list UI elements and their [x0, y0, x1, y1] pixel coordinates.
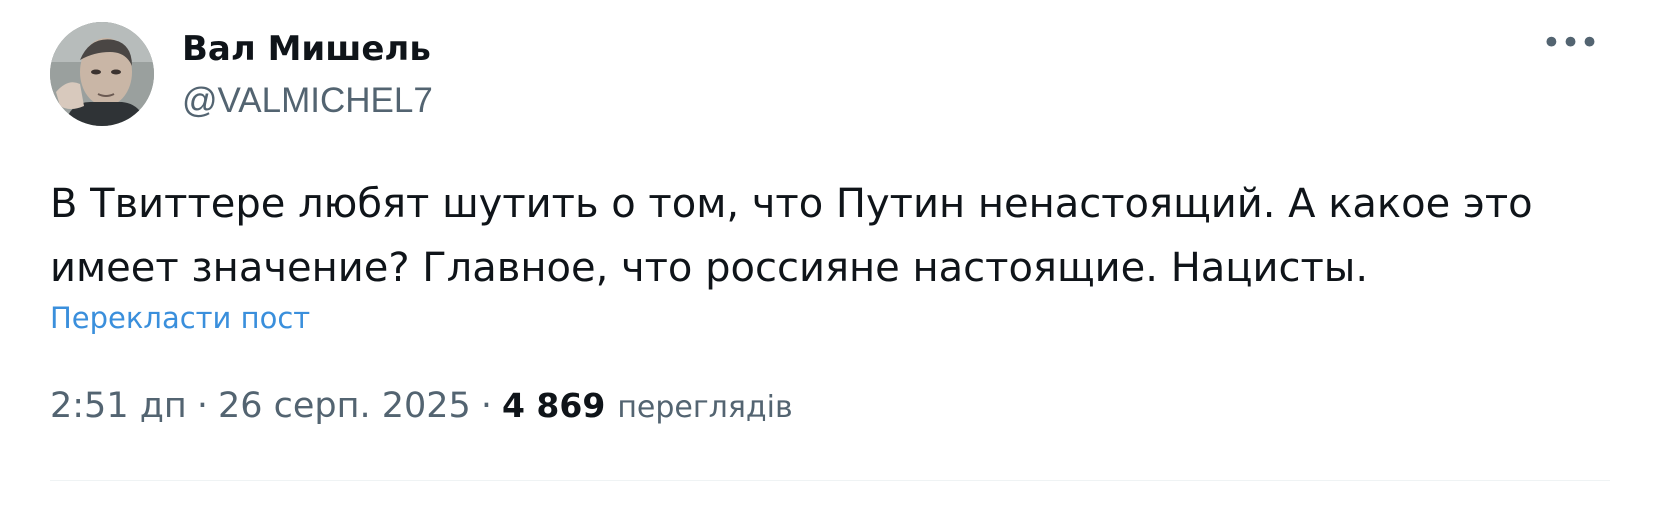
- tweet-text-line: имеет значение? Главное, что россияне на…: [50, 245, 1369, 291]
- tweet-card: Вал Мишель @VALMICHEL7 ••• В Твиттере лю…: [0, 0, 1657, 518]
- divider: [50, 480, 1610, 481]
- views-count: 4 869: [501, 386, 606, 425]
- user-handle[interactable]: @VALMICHEL7: [182, 80, 433, 122]
- tweet-text-line: В Твиттере любят шутить о том, что Путин…: [50, 181, 1533, 227]
- avatar[interactable]: [50, 22, 154, 126]
- more-horizontal-icon: •••: [1541, 23, 1599, 63]
- display-name[interactable]: Вал Мишель: [182, 28, 431, 70]
- tweet-time[interactable]: 2:51 дп: [50, 386, 187, 426]
- separator: ·: [480, 386, 492, 426]
- views-label: переглядів: [617, 390, 793, 425]
- translate-post-link[interactable]: Перекласти пост: [50, 298, 310, 338]
- tweet-metadata: 2:51 дп · 26 серп. 2025 · 4 869 перегляд…: [50, 386, 793, 434]
- more-options-button[interactable]: •••: [1540, 23, 1600, 72]
- avatar-photo: [50, 22, 154, 126]
- tweet-date[interactable]: 26 серп. 2025: [218, 386, 471, 426]
- tweet-text: В Твиттере любят шутить о том, что Путин…: [50, 172, 1570, 300]
- separator: ·: [196, 386, 208, 426]
